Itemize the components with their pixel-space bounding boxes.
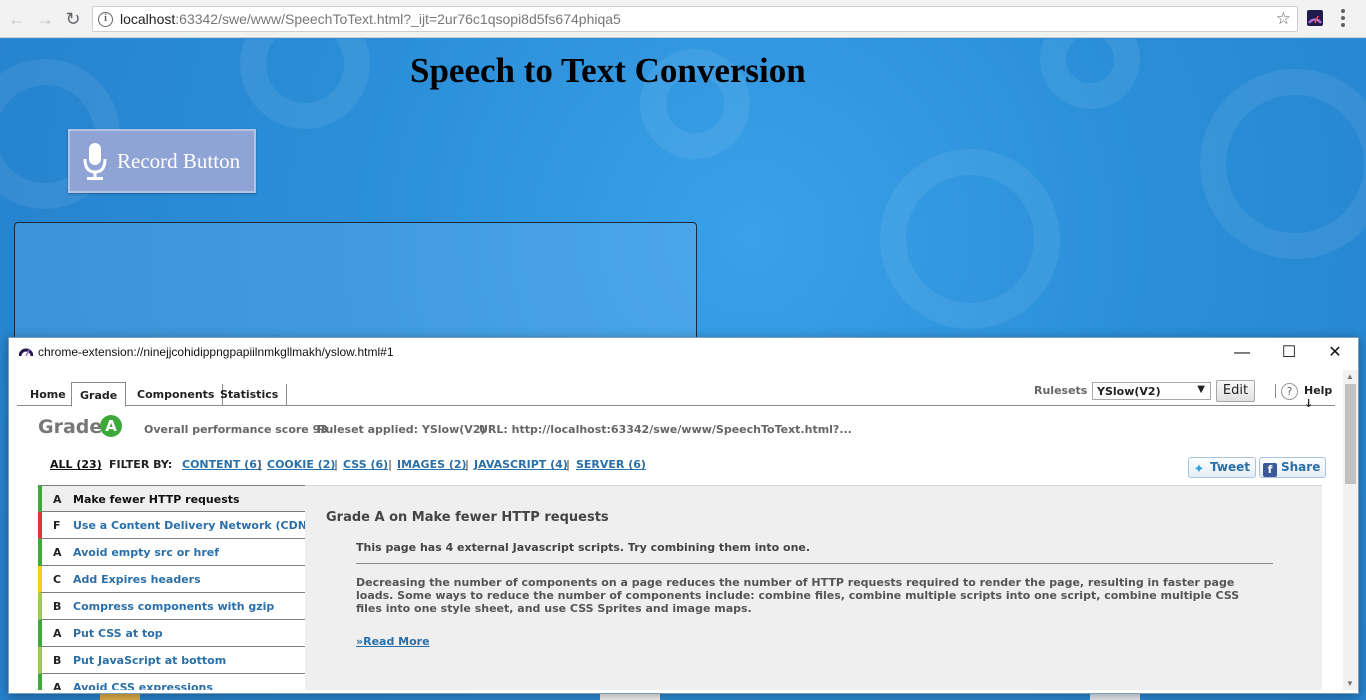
divider: | <box>465 458 470 471</box>
yslow-panel: Home Grade Components Statistics Ruleset… <box>17 370 1337 690</box>
menu-dots-icon[interactable] <box>1340 9 1346 27</box>
rule-name[interactable]: Put CSS at top <box>73 627 163 640</box>
gear-decoration-icon <box>880 149 1060 329</box>
gear-decoration-icon <box>240 39 370 129</box>
divider: | <box>566 458 571 471</box>
filter-javascript-link[interactable]: JAVASCRIPT (4) <box>474 458 568 471</box>
rule-name[interactable]: Avoid empty src or href <box>73 546 219 559</box>
rule-row[interactable]: A Avoid CSS expressions <box>38 674 306 690</box>
scrollbar[interactable]: ▲ ▼ <box>1343 370 1358 690</box>
ruleset-applied: Ruleset applied: YSlow(V2) <box>317 423 486 436</box>
divider: | <box>334 458 339 471</box>
close-icon[interactable]: ✕ <box>1312 340 1358 366</box>
rule-name[interactable]: Compress components with gzip <box>73 600 274 613</box>
back-arrow-icon[interactable]: ← <box>6 8 28 30</box>
rule-row[interactable]: A Make fewer HTTP requests <box>38 485 306 512</box>
minimize-icon[interactable]: — <box>1219 340 1265 366</box>
scroll-down-icon[interactable]: ▼ <box>1346 679 1354 688</box>
rule-name[interactable]: Put JavaScript at bottom <box>73 654 226 667</box>
address-bar[interactable]: i localhost:63342/swe/www/SpeechToText.h… <box>92 6 1298 32</box>
tab-components[interactable]: Components <box>129 384 224 406</box>
detail-title: Grade A on Make fewer HTTP requests <box>326 510 609 525</box>
grade-heading: Grade <box>38 416 103 438</box>
rule-grade: B <box>53 654 62 667</box>
rule-grade: F <box>53 519 61 532</box>
share-button[interactable]: f Share <box>1259 457 1327 478</box>
filter-server-link[interactable]: SERVER (6) <box>576 458 646 471</box>
forward-arrow-icon[interactable]: → <box>34 8 56 30</box>
twitter-bird-icon: ✦ <box>1193 462 1205 477</box>
tab-grade[interactable]: Grade <box>71 382 127 407</box>
gear-decoration-icon <box>1200 69 1366 259</box>
tweet-label: Tweet <box>1210 460 1250 474</box>
rule-detail-panel: Grade A on Make fewer HTTP requests This… <box>305 485 1322 690</box>
rule-grade: C <box>53 573 62 586</box>
filter-images-link[interactable]: IMAGES (2) <box>397 458 467 471</box>
overall-score: Overall performance score 93 <box>144 423 328 436</box>
reload-icon[interactable]: ↻ <box>62 8 84 30</box>
share-label: Share <box>1281 460 1321 474</box>
url-text[interactable]: localhost:63342/swe/www/SpeechToText.htm… <box>120 11 621 27</box>
microphone-icon <box>83 143 107 180</box>
rule-grade: B <box>53 600 62 613</box>
filter-cookie-link[interactable]: COOKIE (2) <box>267 458 335 471</box>
yslow-extension-icon[interactable] <box>1306 9 1324 27</box>
facebook-icon: f <box>1263 463 1277 477</box>
divider <box>1275 384 1276 398</box>
rule-row[interactable]: B Compress components with gzip <box>38 593 306 620</box>
ruleset-select[interactable]: YSlow(V2) ▼ <box>1092 382 1211 400</box>
scroll-up-icon[interactable]: ▲ <box>1346 372 1354 381</box>
rule-row[interactable]: C Add Expires headers <box>38 566 306 593</box>
dropdown-caret-icon: ▼ <box>1197 384 1205 395</box>
rulesets-label: Rulesets <box>1034 384 1088 397</box>
window-title: chrome-extension://ninejjcohidippngpapii… <box>38 345 394 359</box>
detail-message: This page has 4 external Javascript scri… <box>356 541 811 554</box>
yslow-logo-icon <box>19 348 33 357</box>
record-button[interactable]: Record Button <box>68 129 256 193</box>
rule-name[interactable]: Make fewer HTTP requests <box>73 493 240 506</box>
window-titlebar[interactable]: chrome-extension://ninejjcohidippngpapii… <box>9 338 1358 368</box>
rule-name[interactable]: Avoid CSS expressions <box>73 681 213 690</box>
rule-row[interactable]: A Avoid empty src or href <box>38 539 306 566</box>
divider: | <box>388 458 393 471</box>
rule-grade: A <box>53 546 62 559</box>
tab-home[interactable]: Home <box>22 384 75 406</box>
url-info: URL: http://localhost:63342/swe/www/Spee… <box>479 423 852 436</box>
info-icon[interactable]: i <box>98 12 113 27</box>
scrollbar-thumb[interactable] <box>1345 384 1356 484</box>
rule-row[interactable]: F Use a Content Delivery Network (CDN) <box>38 512 306 539</box>
help-icon[interactable]: ? <box>1281 383 1298 400</box>
help-menu-button[interactable]: Help ↓ <box>1304 384 1335 410</box>
filter-content-link[interactable]: CONTENT (6) <box>182 458 262 471</box>
read-more-link[interactable]: »Read More <box>356 635 430 648</box>
tab-bar: Home Grade Components Statistics Ruleset… <box>17 370 1335 410</box>
rule-row[interactable]: A Put CSS at top <box>38 620 306 647</box>
rule-row[interactable]: B Put JavaScript at bottom <box>38 647 306 674</box>
divider <box>356 563 1273 564</box>
ruleset-selected-value: YSlow(V2) <box>1097 385 1161 398</box>
rule-grade: A <box>53 681 62 690</box>
maximize-icon[interactable]: ☐ <box>1266 340 1312 366</box>
page-title: Speech to Text Conversion <box>410 51 806 90</box>
filter-all-link[interactable]: ALL (23) <box>50 458 102 471</box>
rule-name[interactable]: Use a Content Delivery Network (CDN) <box>73 519 306 532</box>
rules-list: A Make fewer HTTP requests F Use a Content … <box>38 485 306 690</box>
record-button-label: Record Button <box>117 149 241 173</box>
tweet-button[interactable]: ✦ Tweet <box>1188 457 1256 478</box>
tab-statistics[interactable]: Statistics <box>212 384 288 406</box>
detail-description: Decreasing the number of components on a… <box>356 576 1240 615</box>
rule-grade: A <box>53 627 62 640</box>
gear-decoration-icon <box>1040 39 1140 109</box>
browser-toolbar: ← → ↻ i localhost:63342/swe/www/SpeechTo… <box>0 0 1366 38</box>
edit-button[interactable]: Edit <box>1216 380 1255 402</box>
rule-grade: A <box>53 493 62 506</box>
filter-by-label: FILTER BY: <box>109 458 173 471</box>
yslow-popup-window: chrome-extension://ninejjcohidippngpapii… <box>8 337 1359 694</box>
divider: | <box>258 458 263 471</box>
bookmark-star-icon[interactable]: ☆ <box>1276 9 1291 29</box>
grade-badge: A <box>100 415 122 437</box>
filter-css-link[interactable]: CSS (6) <box>343 458 388 471</box>
rule-name[interactable]: Add Expires headers <box>73 573 201 586</box>
